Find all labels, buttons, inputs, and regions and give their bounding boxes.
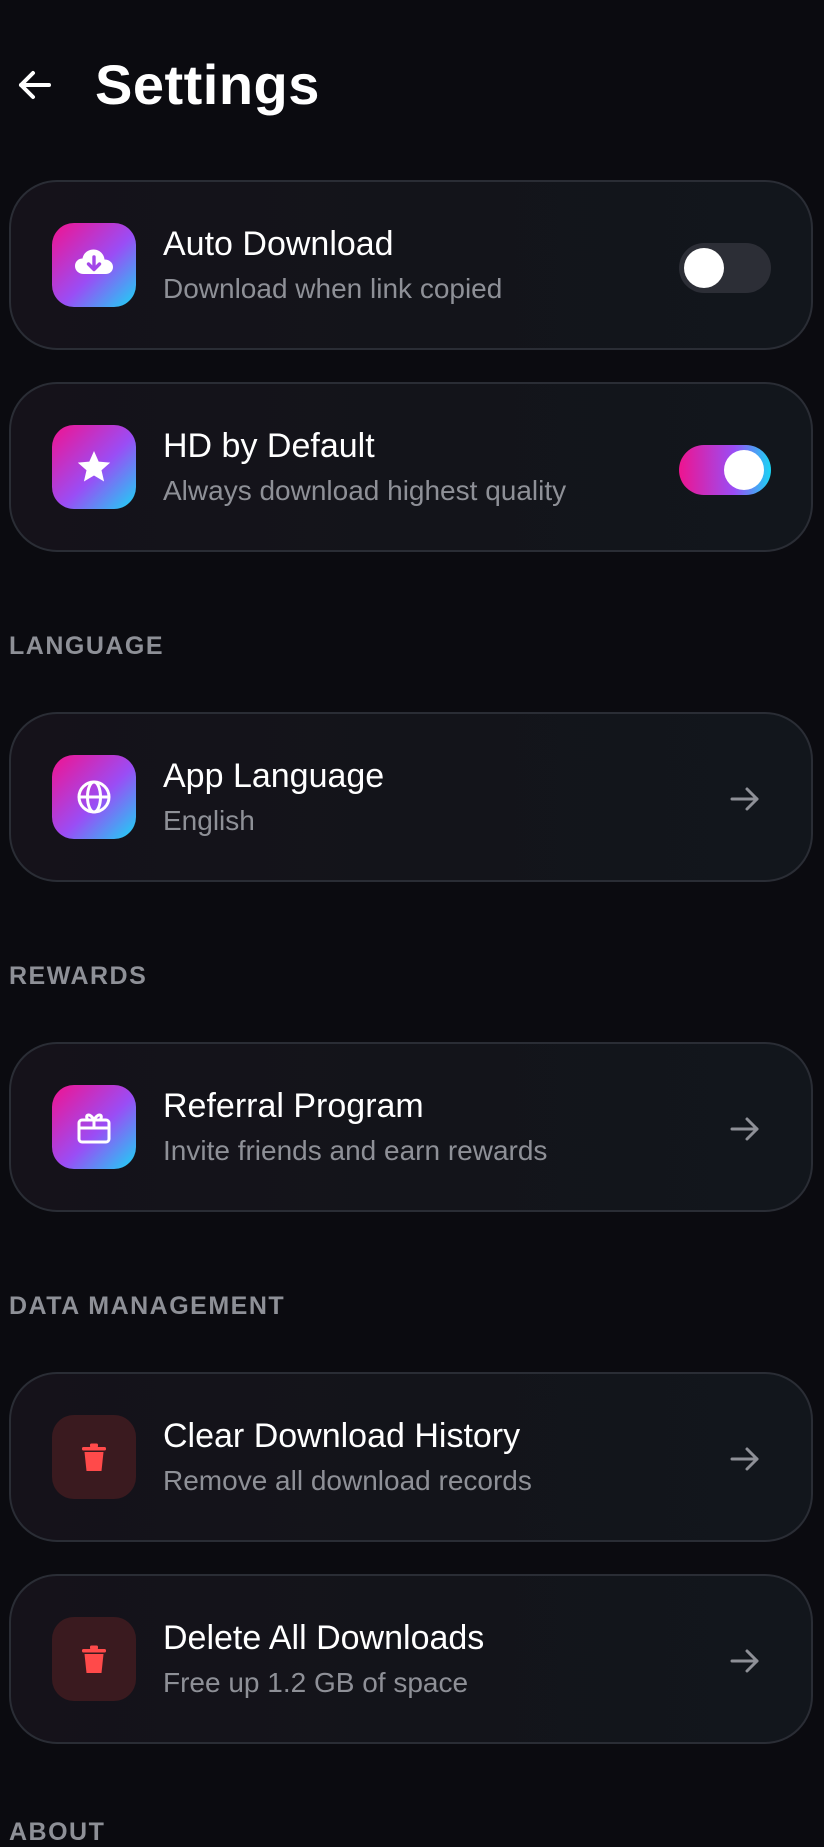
back-arrow-icon <box>19 71 51 99</box>
delete-all-icon-tile <box>52 1617 136 1701</box>
globe-icon <box>77 780 111 814</box>
clear-history-title: Clear Download History <box>163 1417 521 1455</box>
section-label-rewards: REWARDS <box>9 962 148 990</box>
referral-icon-tile <box>52 1085 136 1169</box>
hd-default-icon-tile <box>52 425 136 509</box>
section-label-about: ABOUT <box>9 1818 106 1846</box>
referral-program-subtitle: Invite friends and earn rewards <box>163 1135 548 1166</box>
hd-default-card[interactable]: HD by Default Always download highest qu… <box>9 382 813 552</box>
delete-all-title: Delete All Downloads <box>163 1619 485 1657</box>
app-language-value: English <box>163 805 255 836</box>
auto-download-title: Auto Download <box>163 225 394 263</box>
arrow-right-icon <box>725 1439 765 1479</box>
back-button[interactable] <box>10 60 60 110</box>
toggle-knob <box>684 248 724 288</box>
referral-program-title: Referral Program <box>163 1087 424 1125</box>
hd-default-toggle[interactable] <box>679 445 771 495</box>
cloud-download-icon <box>75 249 113 274</box>
app-language-title: App Language <box>163 757 385 795</box>
hd-default-title: HD by Default <box>163 427 375 465</box>
arrow-right-icon <box>725 1109 765 1149</box>
auto-download-icon-tile <box>52 223 136 307</box>
clear-history-subtitle: Remove all download records <box>163 1465 532 1496</box>
app-language-icon-tile <box>52 755 136 839</box>
delete-all-card[interactable]: Delete All Downloads Free up 1.2 GB of s… <box>9 1574 813 1744</box>
gift-icon <box>77 1113 111 1144</box>
clear-history-icon-tile <box>52 1415 136 1499</box>
hd-default-subtitle: Always download highest quality <box>163 475 567 506</box>
app-header: Settings <box>0 40 824 136</box>
star-icon <box>77 451 111 482</box>
arrow-right-icon <box>725 1641 765 1681</box>
section-label-data-management: DATA MANAGEMENT <box>9 1292 286 1320</box>
trash-icon <box>82 1443 106 1471</box>
auto-download-card[interactable]: Auto Download Download when link copied <box>9 180 813 350</box>
clear-history-card[interactable]: Clear Download History Remove all downlo… <box>9 1372 813 1542</box>
referral-program-card[interactable]: Referral Program Invite friends and earn… <box>9 1042 813 1212</box>
toggle-knob <box>724 450 764 490</box>
section-label-language: LANGUAGE <box>9 632 165 660</box>
page-title: Settings <box>95 53 320 116</box>
auto-download-toggle[interactable] <box>679 243 771 293</box>
auto-download-subtitle: Download when link copied <box>163 273 503 304</box>
trash-icon <box>82 1645 106 1673</box>
arrow-right-icon <box>725 779 765 819</box>
delete-all-subtitle: Free up 1.2 GB of space <box>163 1667 469 1698</box>
app-language-card[interactable]: App Language English <box>9 712 813 882</box>
